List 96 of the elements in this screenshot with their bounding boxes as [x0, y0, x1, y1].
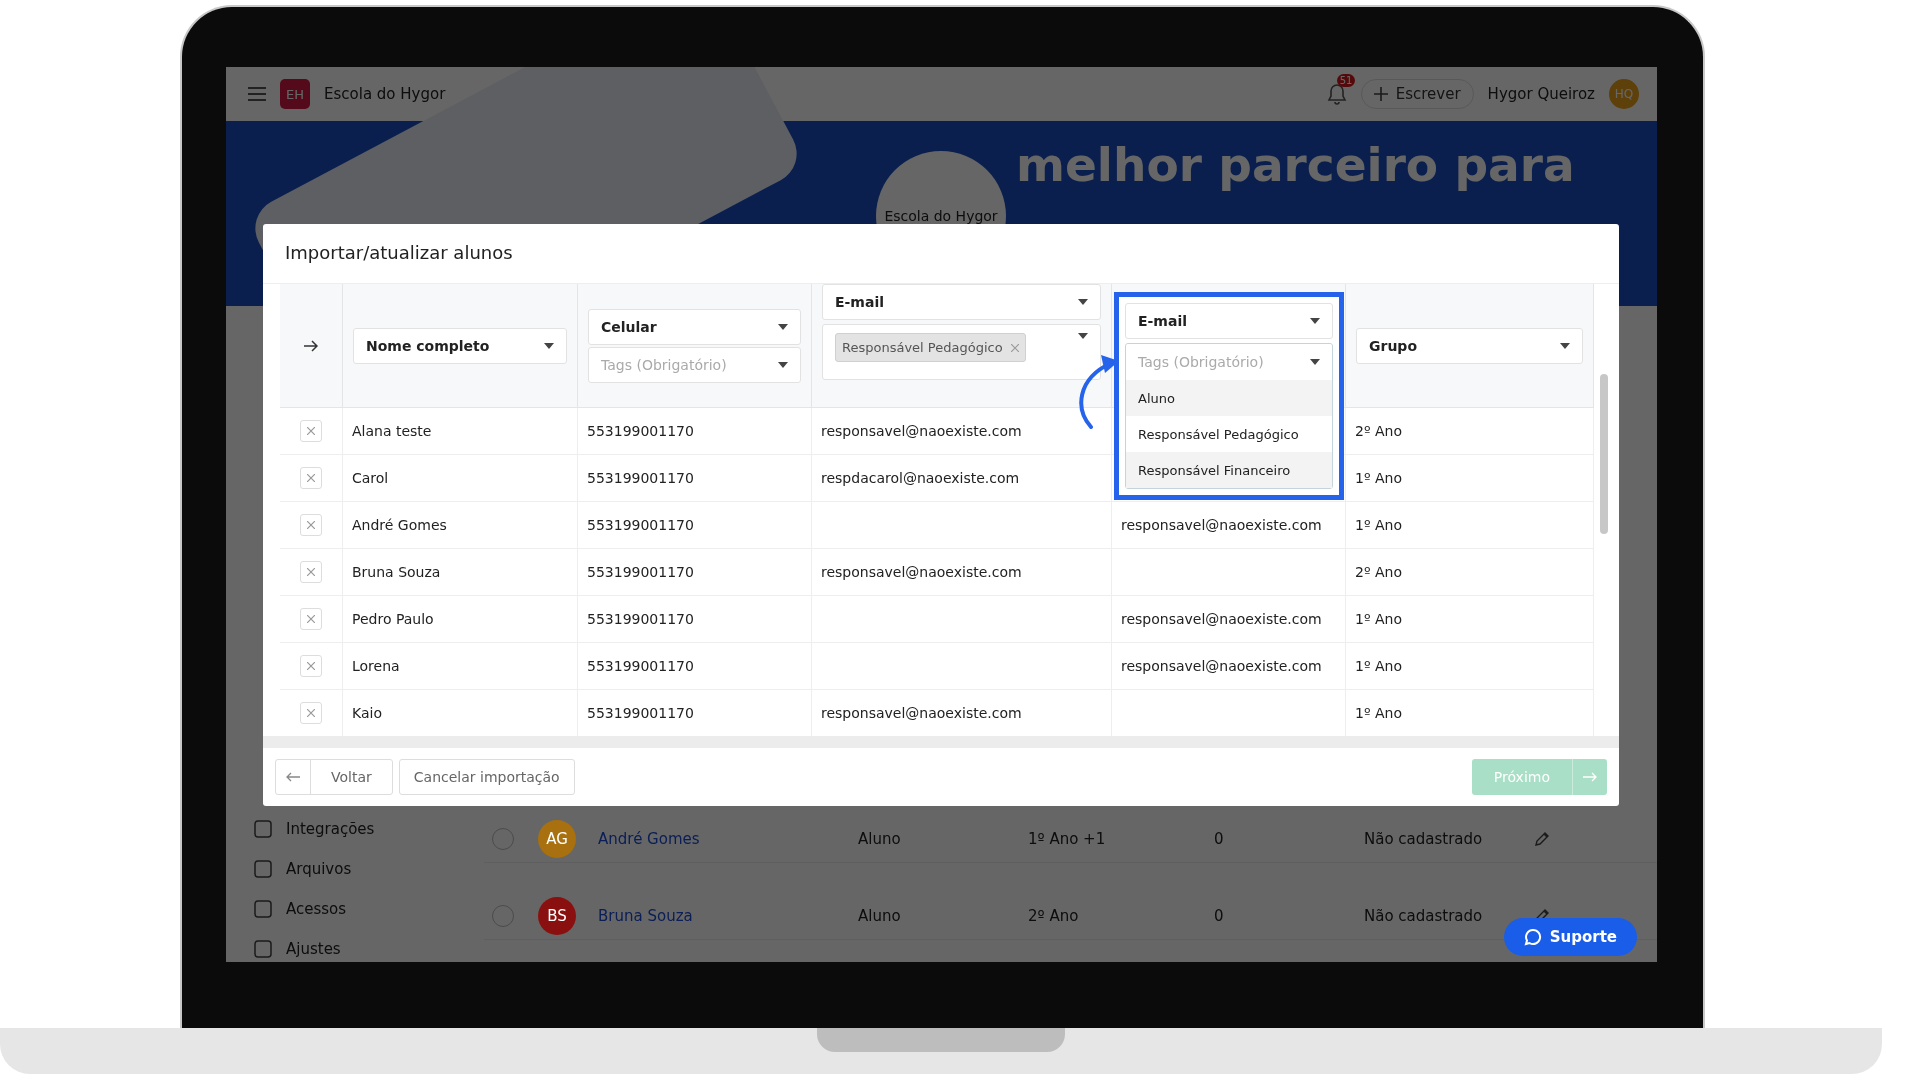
close-icon — [307, 474, 315, 482]
dropdown-option[interactable]: Responsável Financeiro — [1126, 452, 1332, 488]
vertical-scrollbar[interactable] — [1600, 374, 1608, 534]
support-button[interactable]: Suporte — [1503, 918, 1637, 956]
student-count: 0 — [1214, 907, 1225, 925]
close-icon — [307, 521, 315, 529]
column-field-select[interactable]: Celular — [588, 308, 801, 345]
student-group: 1º Ano +1 — [1028, 830, 1214, 848]
table-cell: 553199001170 — [587, 658, 694, 674]
table-cell: 553199001170 — [587, 423, 694, 439]
table-cell: responsavel@naoexiste.com — [821, 705, 1022, 721]
table-cell: André Gomes — [352, 517, 447, 533]
remove-row-button[interactable] — [300, 514, 322, 536]
student-status: Não cadastrado — [1364, 907, 1484, 925]
caret-icon — [1078, 333, 1088, 339]
menu-item-icon — [254, 900, 272, 918]
plus-icon — [1373, 87, 1388, 101]
table-cell: responsavel@naoexiste.com — [1121, 517, 1322, 533]
table-cell: 553199001170 — [587, 611, 694, 627]
close-icon[interactable] — [1010, 343, 1019, 352]
sidebar-item[interactable]: Acessos — [254, 900, 464, 918]
close-icon — [307, 427, 315, 435]
school-badge: EH — [280, 79, 310, 109]
table-cell: 2º Ano — [1355, 423, 1402, 439]
dropdown-option[interactable]: Aluno — [1126, 380, 1332, 416]
menu-icon[interactable] — [248, 87, 266, 101]
arrow-left-icon — [286, 772, 300, 782]
arrow-right-icon — [1583, 772, 1597, 782]
caret-icon — [544, 342, 554, 349]
remove-row-button[interactable] — [300, 467, 322, 489]
table-cell: responsavel@naoexiste.com — [1121, 658, 1322, 674]
banner-headline: melhor parceiro para — [1016, 137, 1575, 192]
table-cell: responsavel@naoexiste.com — [1121, 611, 1322, 627]
table-cell: Kaio — [352, 705, 382, 721]
table-cell: 553199001170 — [587, 470, 694, 486]
remove-row-button[interactable] — [300, 702, 322, 724]
table-cell: Carol — [352, 470, 389, 486]
caret-icon — [1310, 359, 1320, 365]
close-icon — [307, 615, 315, 623]
close-icon — [307, 709, 315, 717]
table-cell: 553199001170 — [587, 517, 694, 533]
notification-badge: 51 — [1336, 74, 1356, 87]
remove-row-button[interactable] — [300, 420, 322, 442]
menu-item-icon — [254, 860, 272, 878]
caret-icon — [778, 361, 788, 368]
bell-icon[interactable] — [1326, 83, 1347, 105]
menu-item-icon — [254, 820, 272, 838]
school-name[interactable]: Escola do Hygor — [324, 85, 446, 103]
remove-row-button[interactable] — [300, 608, 322, 630]
pencil-icon[interactable] — [1534, 831, 1550, 847]
close-icon — [307, 662, 315, 670]
remove-row-button[interactable] — [300, 655, 322, 677]
table-cell: 553199001170 — [587, 705, 694, 721]
tags-select[interactable]: Responsável Pedagógico — [822, 324, 1101, 380]
sidebar-item[interactable]: Arquivos — [254, 860, 464, 878]
table-cell: responsavel@naoexiste.com — [821, 564, 1022, 580]
student-count: 0 — [1214, 830, 1225, 848]
chat-icon — [1523, 928, 1542, 946]
remove-row-button[interactable] — [300, 561, 322, 583]
table-cell: 1º Ano — [1355, 658, 1402, 674]
close-icon — [307, 568, 315, 576]
user-name[interactable]: Hygor Queiroz — [1487, 85, 1595, 103]
table-cell: 1º Ano — [1355, 705, 1402, 721]
sidebar-item[interactable]: Ajustes — [254, 940, 464, 958]
menu-item-icon — [254, 940, 272, 958]
cancel-import-button[interactable]: Cancelar importação — [398, 759, 575, 795]
table-cell: 1º Ano — [1355, 470, 1402, 486]
column-field-select[interactable]: Grupo — [1356, 327, 1583, 364]
table-cell: respdacarol@naoexiste.com — [821, 470, 1020, 486]
caret-icon — [1310, 318, 1320, 324]
table-cell: Pedro Paulo — [352, 611, 434, 627]
caret-icon — [1560, 342, 1570, 349]
write-button[interactable]: Escrever — [1360, 79, 1474, 109]
table-cell: 1º Ano — [1355, 517, 1402, 533]
table-cell: 1º Ano — [1355, 611, 1402, 627]
table-cell: 2º Ano — [1355, 564, 1402, 580]
student-group: 2º Ano — [1028, 907, 1214, 925]
table-cell: 553199001170 — [587, 564, 694, 580]
table-cell: Alana teste — [352, 423, 432, 439]
column-field-select[interactable]: E-mail — [1125, 303, 1333, 339]
tag-chip[interactable]: Responsável Pedagógico — [835, 333, 1026, 362]
column-field-select[interactable]: Nome completo — [353, 327, 567, 364]
arrow-right-icon — [304, 339, 318, 352]
caret-icon — [778, 323, 788, 330]
table-cell: responsavel@naoexiste.com — [821, 423, 1022, 439]
student-status: Não cadastrado — [1364, 830, 1484, 848]
student-avatar: AG — [538, 820, 576, 858]
back-button[interactable]: Voltar — [275, 759, 393, 795]
column-field-select[interactable]: E-mail — [822, 284, 1101, 320]
horizontal-scrollbar[interactable] — [263, 736, 1619, 748]
table-cell: Lorena — [352, 658, 400, 674]
student-avatar: BS — [538, 897, 576, 935]
student-role: Aluno — [858, 907, 902, 925]
student-role: Aluno — [858, 830, 902, 848]
sidebar-item[interactable]: Integrações — [254, 820, 464, 838]
table-cell: Bruna Souza — [352, 564, 441, 580]
